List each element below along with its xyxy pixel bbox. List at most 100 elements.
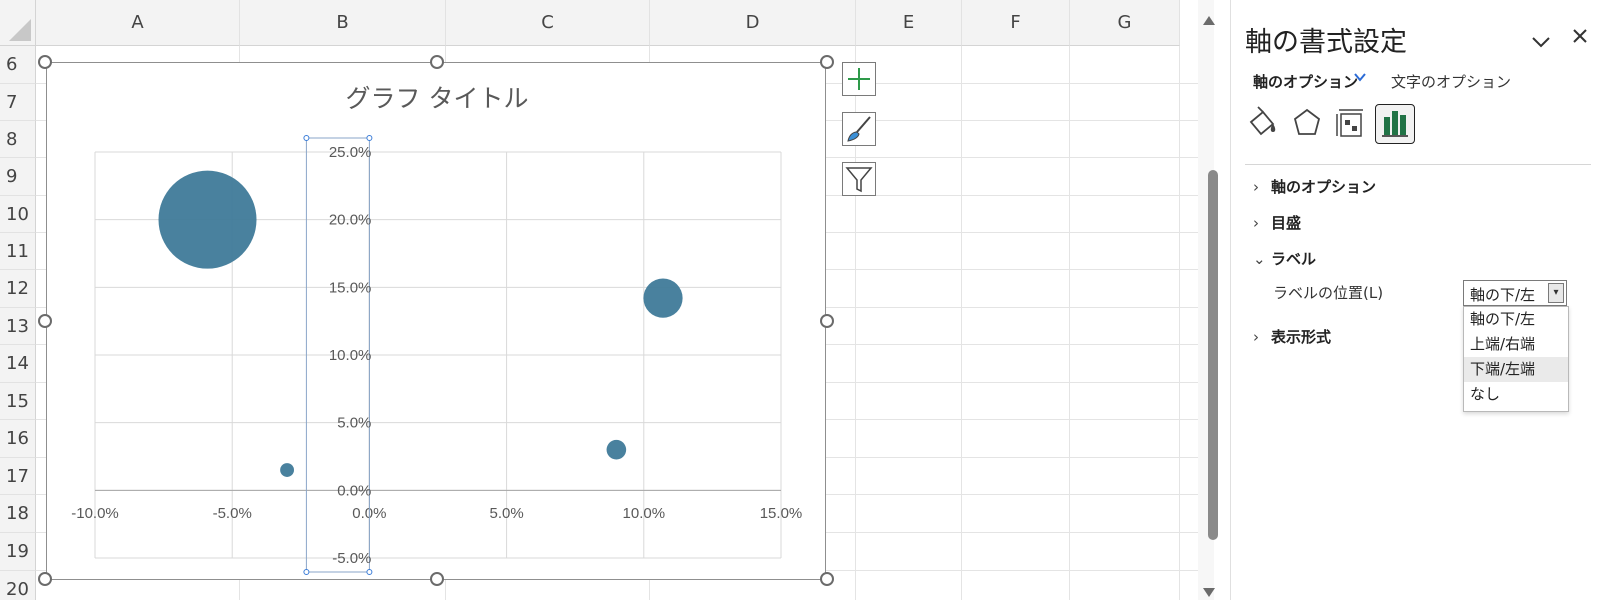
chart-resize-handle-bottom-left[interactable] [38,572,52,586]
chart-resize-handle-top[interactable] [430,55,444,69]
chart-resize-handle-top-left[interactable] [38,55,52,69]
scroll-up-arrow-icon[interactable] [1203,16,1215,25]
section-tick-marks[interactable]: › 目盛 [1253,212,1301,233]
chart-title: グラフ タイトル [346,84,529,113]
fill-line-button[interactable] [1243,104,1283,144]
label-position-select[interactable]: 軸の下/左 ▾ [1463,280,1567,306]
row-header[interactable]: 11 [0,233,36,270]
column-header[interactable]: F [962,0,1070,46]
axis-options-button[interactable] [1375,104,1415,144]
pane-divider [1245,164,1591,165]
selection-handle [303,135,310,141]
section-number-format-label: 表示形式 [1271,328,1332,346]
row-header[interactable]: 19 [0,533,36,571]
chevron-right-icon: › [1253,178,1259,196]
section-number-format[interactable]: › 表示形式 [1253,326,1331,347]
section-labels-label: ラベル [1271,250,1317,268]
row-header[interactable]: 6 [0,46,36,84]
section-labels[interactable]: ⌄ ラベル [1253,248,1316,269]
dropdown-option[interactable]: 上端/右端 [1464,332,1568,357]
bubble-point [280,463,295,477]
select-all-corner[interactable] [0,0,36,46]
column-header[interactable]: E [856,0,962,46]
y-tick-label: 5.0% [337,415,371,432]
x-tick-label: 10.0% [623,505,666,522]
scroll-down-arrow-icon[interactable] [1203,588,1215,597]
chart-resize-handle-top-right[interactable] [820,55,834,69]
section-axis-options[interactable]: › 軸のオプション [1253,176,1376,197]
column-header[interactable]: G [1070,0,1180,46]
column-header[interactable]: D [650,0,856,46]
row-header[interactable]: 13 [0,308,36,345]
dropdown-option-highlighted[interactable]: 下端/左端 [1464,357,1568,382]
row-header[interactable]: 17 [0,458,36,495]
row-header[interactable]: 9 [0,158,36,196]
x-tick-label: 15.0% [760,505,803,522]
label-position-dropdown-list: 軸の下/左 上端/右端 下端/左端 なし [1463,306,1569,412]
y-tick-label: 15.0% [329,279,372,296]
bubble-point [643,278,683,318]
pane-title: 軸の書式設定 [1245,27,1407,58]
column-gridline [961,46,962,600]
label-position-label: ラベルの位置(L) [1273,284,1384,302]
chart-filters-button[interactable] [842,162,876,196]
scrollbar-thumb[interactable] [1208,170,1218,540]
column-header[interactable]: B [240,0,446,46]
dropdown-arrow-icon[interactable]: ▾ [1548,283,1564,303]
effects-button[interactable] [1287,104,1327,144]
selection-handle [366,135,373,141]
selection-handle [366,569,373,575]
y-tick-label: 20.0% [329,212,372,229]
chart-resize-handle-bottom[interactable] [430,572,444,586]
selection-handle [303,569,310,575]
row-header[interactable]: 8 [0,121,36,158]
size-properties-button[interactable] [1331,104,1371,144]
section-tick-marks-label: 目盛 [1271,214,1302,232]
column-header[interactable]: C [446,0,650,46]
bubble-point [158,170,257,269]
row-header[interactable]: 14 [0,345,36,383]
chevron-right-icon: › [1253,328,1259,346]
y-tick-label: -5.0% [332,550,371,567]
y-tick-label: 10.0% [329,347,372,364]
column-gridline [1179,46,1180,600]
size-properties-icon [1336,109,1363,137]
row-header[interactable]: 12 [0,270,36,308]
x-tick-label: -5.0% [213,505,252,522]
row-header[interactable]: 18 [0,495,36,533]
tab-text-options[interactable]: 文字のオプション [1391,71,1511,92]
row-header[interactable]: 7 [0,84,36,121]
chart-elements-button[interactable] [842,62,876,96]
chevron-down-icon: ⌄ [1253,250,1266,268]
tab-dropdown-chevron-icon[interactable] [1353,71,1367,87]
brush-icon [847,116,871,142]
chart-styles-button[interactable] [842,112,876,146]
row-header[interactable]: 10 [0,196,36,233]
pentagon-icon [1293,108,1321,135]
select-all-triangle [9,19,31,41]
chevron-down-icon[interactable] [1531,30,1551,54]
dropdown-option[interactable]: 軸の下/左 [1464,307,1568,332]
row-header[interactable]: 16 [0,420,36,458]
column-header[interactable]: A [36,0,240,46]
chart-resize-handle-left[interactable] [38,314,52,328]
paint-bucket-icon [1249,106,1276,136]
tab-axis-options[interactable]: 軸のオプション [1253,71,1358,92]
label-position-value: 軸の下/左 [1470,286,1536,304]
column-gridline [1069,46,1070,600]
x-tick-label: -10.0% [71,505,119,522]
chart-resize-handle-bottom-right[interactable] [820,572,834,586]
row-header[interactable]: 15 [0,383,36,420]
bubble-chart[interactable]: -10.0% -5.0% 0.0% 5.0% 10.0% 15.0% -5.0% 0.0% 5.… [46,62,826,580]
bar-chart-icon [1382,111,1408,137]
y-tick-label: 0.0% [337,482,371,499]
row-header[interactable]: 20 [0,571,36,600]
bubble-point [606,439,627,460]
plus-icon [848,68,870,90]
y-tick-label: 25.0% [329,144,372,161]
x-tick-label: 5.0% [489,505,523,522]
chart-resize-handle-right[interactable] [820,314,834,328]
dropdown-option[interactable]: なし [1464,382,1568,407]
chevron-right-icon: › [1253,214,1259,232]
close-icon[interactable] [1571,26,1589,51]
